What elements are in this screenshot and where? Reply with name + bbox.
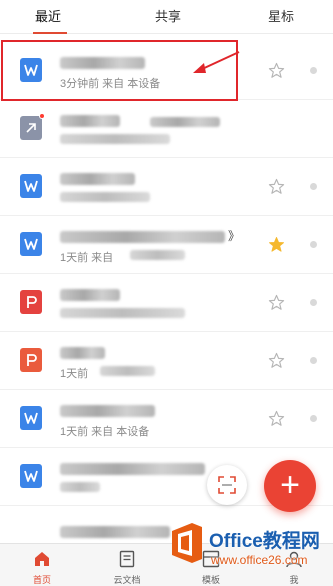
more-options-icon[interactable] xyxy=(310,415,317,422)
more-options-icon[interactable] xyxy=(310,357,317,364)
file-title-blurred xyxy=(60,231,225,243)
word-doc-icon xyxy=(20,464,42,488)
pointer-arrow-icon xyxy=(193,51,240,73)
file-meta-blurred xyxy=(60,308,185,318)
active-tab-indicator xyxy=(33,32,67,34)
file-row[interactable]: 1天前 来自 本设备 xyxy=(0,390,333,448)
home-icon xyxy=(35,552,49,566)
file-title-blurred xyxy=(60,405,155,417)
tab-starred[interactable]: 星标 xyxy=(268,6,294,25)
star-outline-icon[interactable] xyxy=(268,294,285,311)
file-meta-blurred xyxy=(100,366,155,376)
file-meta: 1天前 来自 xyxy=(60,252,114,264)
star-outline-icon[interactable] xyxy=(268,410,285,427)
file-title-blurred xyxy=(60,347,105,359)
file-row[interactable]: 》 1天前 来自 xyxy=(0,216,333,274)
plus-icon: + xyxy=(280,465,300,504)
more-options-icon[interactable] xyxy=(310,183,317,190)
unread-badge xyxy=(39,113,45,119)
nav-cloud-docs[interactable]: 云文档 xyxy=(97,544,157,586)
new-document-button[interactable]: + xyxy=(264,460,316,512)
file-meta: 1天前 来自 本设备 xyxy=(60,426,150,438)
file-meta-blurred xyxy=(60,482,100,492)
word-doc-icon xyxy=(20,174,42,198)
nav-home-label: 首页 xyxy=(32,575,51,585)
star-filled-icon[interactable] xyxy=(268,236,285,253)
file-title-blurred xyxy=(60,526,170,538)
file-title-blurred xyxy=(60,289,120,301)
word-doc-icon xyxy=(20,406,42,430)
tab-recent[interactable]: 最近 xyxy=(35,6,61,25)
site-watermark: Office教程网 www.office26.com xyxy=(165,518,333,584)
more-options-icon[interactable] xyxy=(310,67,317,74)
file-meta-blurred xyxy=(130,250,185,260)
star-outline-icon[interactable] xyxy=(268,62,285,79)
pdf-doc-icon xyxy=(20,290,42,314)
scan-button[interactable] xyxy=(207,465,247,505)
file-row[interactable]: 1天前 xyxy=(0,332,333,390)
file-title-blurred xyxy=(60,463,205,475)
file-title-tail: 》 xyxy=(228,229,241,243)
tab-shared[interactable]: 共享 xyxy=(155,6,181,25)
file-row[interactable] xyxy=(0,274,333,332)
star-outline-icon[interactable] xyxy=(268,352,285,369)
file-title-blurred xyxy=(150,117,220,127)
file-title-blurred xyxy=(60,173,135,185)
file-meta: 1天前 xyxy=(60,368,89,380)
star-outline-icon[interactable] xyxy=(268,178,285,195)
nav-home[interactable]: 首页 xyxy=(12,544,72,586)
watermark-url: www.office26.com xyxy=(211,553,308,567)
link-file-icon xyxy=(20,113,45,140)
word-doc-icon xyxy=(20,232,42,256)
office-logo-icon xyxy=(172,523,202,563)
watermark-brand: Office教程网 xyxy=(209,531,320,552)
file-row[interactable] xyxy=(0,158,333,216)
scan-icon xyxy=(218,476,236,494)
file-title-blurred xyxy=(60,115,120,127)
file-row[interactable] xyxy=(0,100,333,158)
nav-cloud-docs-label: 云文档 xyxy=(113,575,141,585)
tab-bar: 最近 共享 星标 xyxy=(0,0,333,34)
more-options-icon[interactable] xyxy=(310,241,317,248)
document-icon xyxy=(119,550,135,568)
more-options-icon[interactable] xyxy=(310,299,317,306)
highlight-box xyxy=(1,40,240,101)
ppt-doc-icon xyxy=(20,348,42,372)
file-meta-blurred xyxy=(60,134,170,144)
file-meta-blurred xyxy=(60,192,150,202)
